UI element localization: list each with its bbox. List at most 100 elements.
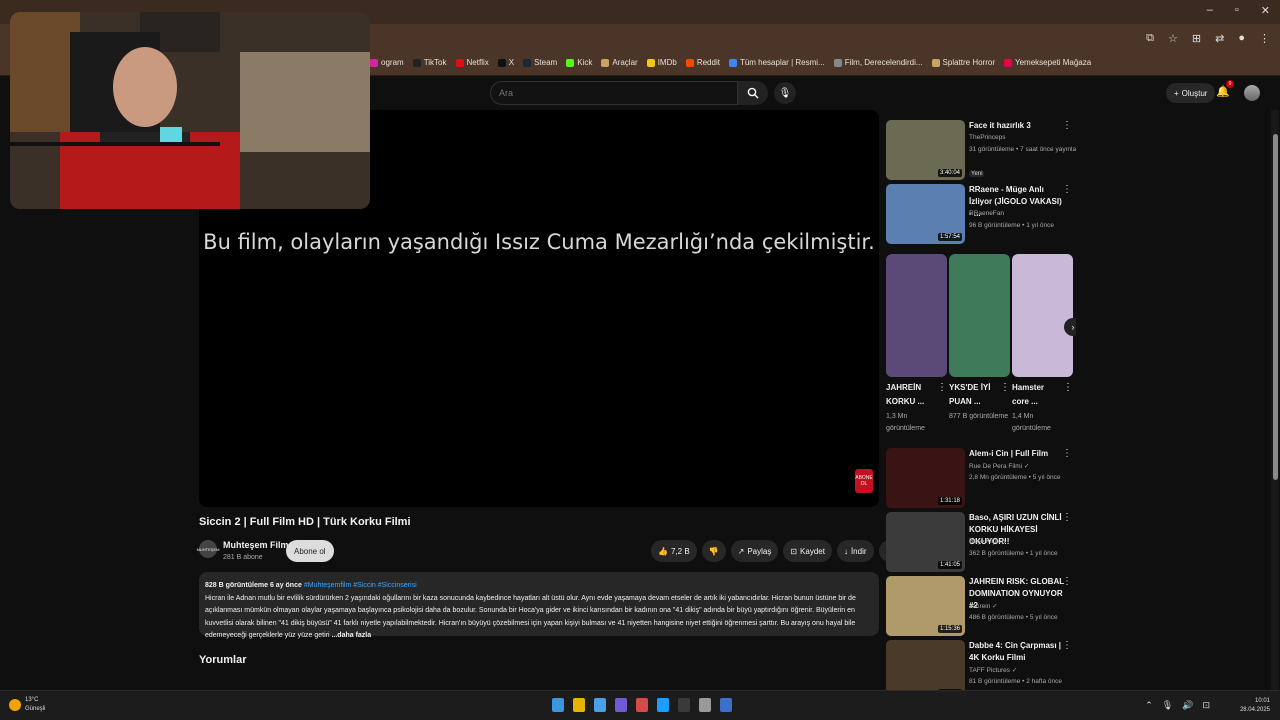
more-options-icon[interactable]: ⋮: [1062, 184, 1072, 195]
voice-search-button[interactable]: 🎙: [774, 82, 796, 104]
bookmark-item[interactable]: Film, Derecelendirdi...: [833, 58, 923, 67]
page-scrollbar[interactable]: [1271, 110, 1279, 690]
taskbar-app-icon[interactable]: [573, 698, 585, 712]
speaker-icon[interactable]: 🔊: [1182, 700, 1193, 711]
avatar[interactable]: [1244, 85, 1260, 101]
search-input[interactable]: [490, 81, 738, 105]
save-button[interactable]: ⊡ Kaydet: [783, 540, 832, 562]
recommended-video-title[interactable]: Dabbe 4: Cin Çarpması | 4K Korku Filmi: [969, 640, 1064, 664]
taskbar-app-icon[interactable]: [657, 698, 669, 712]
menu-icon[interactable]: ⋮: [1259, 32, 1270, 45]
bookmark-item[interactable]: Splattre Horror: [931, 58, 995, 67]
short-item[interactable]: Hamster core ... 1,4 Mn görüntüleme ⋮: [1012, 254, 1073, 435]
weather-widget[interactable]: 13°C Güneşli: [9, 696, 45, 714]
video-thumbnail[interactable]: 1:57:54: [886, 184, 965, 244]
short-title[interactable]: JAHREİN KORKU ...: [886, 381, 934, 409]
short-title[interactable]: Hamster core ...: [1012, 381, 1060, 409]
bookmark-item[interactable]: ogram: [370, 58, 404, 67]
taskbar-app-icon[interactable]: [699, 698, 711, 712]
create-button[interactable]: + Oluştur: [1166, 83, 1216, 103]
cast-icon[interactable]: ⧉: [1146, 32, 1154, 45]
recommended-video-title[interactable]: Alem-i Cin | Full Film: [969, 448, 1064, 460]
translate-icon[interactable]: ⇄: [1215, 32, 1224, 45]
bookmark-item[interactable]: X: [497, 58, 514, 67]
recommended-video-title[interactable]: Face it hazırlık 3: [969, 120, 1064, 132]
more-options-icon[interactable]: ⋮: [937, 382, 947, 393]
video-duration: 1:41:05: [937, 561, 962, 569]
download-button[interactable]: ↓ İndir: [836, 540, 874, 562]
channel-avatar[interactable]: MUHTEŞEM: [197, 540, 219, 558]
download-icon: ↓: [843, 546, 848, 556]
subscribe-button[interactable]: Abone ol: [286, 540, 334, 562]
shorts-next-button[interactable]: ›: [1064, 318, 1076, 336]
description-tags[interactable]: #Muhteşemfilm #Siccin #Siccinserisi: [304, 582, 417, 589]
video-thumbnail[interactable]: 3:40:04: [886, 120, 965, 180]
more-options-icon[interactable]: ⋮: [1062, 576, 1072, 587]
close-icon[interactable]: ✕: [1261, 4, 1270, 17]
recommended-video[interactable]: 2:11:57Dabbe 4: Cin Çarpması | 4K Korku …: [886, 640, 1076, 690]
taskbar-app-icon[interactable]: [636, 698, 648, 712]
bookmark-item[interactable]: Tüm hesaplar | Resmi...: [728, 58, 825, 67]
scroll-thumb[interactable]: [1273, 134, 1278, 480]
video-thumbnail[interactable]: 1:31:18: [886, 448, 965, 508]
extensions-icon[interactable]: ⊞: [1192, 32, 1201, 45]
microphone-icon[interactable]: 🎙: [1162, 700, 1173, 711]
short-thumbnail[interactable]: [1012, 254, 1073, 377]
taskbar-app-icon[interactable]: [678, 698, 690, 712]
bookmark-item[interactable]: Netflix: [455, 58, 489, 67]
like-button[interactable]: 👍 7,2 B: [651, 540, 697, 562]
recommended-video[interactable]: 3:40:04 Face it hazırlık 3 ThePrinceps 31 g…: [886, 120, 1076, 180]
more-options-icon[interactable]: ⋮: [1000, 382, 1010, 393]
profile-icon[interactable]: ●: [1238, 32, 1245, 45]
bookmark-item[interactable]: TikTok: [412, 58, 447, 67]
toolbar-icons: ⧉ ☆ ⊞ ⇄ ● ⋮: [1146, 32, 1270, 45]
share-button[interactable]: ↗ Paylaş: [730, 540, 779, 562]
recommended-video-channel[interactable]: ThePrinceps: [969, 134, 1006, 141]
more-options-icon[interactable]: ⋮: [1062, 448, 1072, 459]
video-thumbnail[interactable]: 1:15:36: [886, 576, 965, 636]
more-options-icon[interactable]: ⋮: [1062, 120, 1072, 131]
recommended-video-meta: 31 görüntüleme • 7 saat önce yayınlandı: [969, 146, 1076, 153]
recommended-video-channel[interactable]: Jahrein ✓: [969, 602, 998, 610]
show-more-link[interactable]: ...daha fazla: [331, 632, 371, 639]
video-thumbnail[interactable]: 1:41:05: [886, 512, 965, 572]
taskbar-app-icon[interactable]: [552, 698, 564, 712]
more-options-icon[interactable]: ⋮: [1062, 512, 1072, 523]
recommended-video-channel[interactable]: Rue De Pera Filmi ✓: [969, 462, 1029, 470]
short-title[interactable]: YKS'DE İYİ PUAN ...: [949, 381, 997, 409]
search-button[interactable]: [738, 81, 768, 105]
short-item[interactable]: YKS'DE İYİ PUAN ... 877 B görüntüleme ⋮: [949, 254, 1010, 423]
bookmark-item[interactable]: IMDb: [646, 58, 677, 67]
taskbar-app-icon[interactable]: [615, 698, 627, 712]
video-description[interactable]: 828 B görüntüleme 6 ay önce #Muhteşemfil…: [199, 572, 879, 639]
recommended-video-channel[interactable]: RRaeneFan: [969, 210, 1004, 217]
bookmark-item[interactable]: Steam: [523, 58, 557, 67]
maximize-icon[interactable]: ▫: [1235, 4, 1239, 17]
recommended-video[interactable]: 1:31:18 Alem-i Cin | Full Film Rue De Pera…: [886, 448, 1076, 508]
chevron-up-icon[interactable]: ⌃: [1145, 700, 1153, 711]
bookmark-item[interactable]: Yemeksepeti Mağaza: [1004, 58, 1091, 67]
bookmark-item[interactable]: Araçlar: [601, 58, 638, 67]
taskbar-app-icon[interactable]: [720, 698, 732, 712]
taskbar-app-icon[interactable]: [594, 698, 606, 712]
recommended-video[interactable]: 1:57:54 RRaene - Müge Anlı İzliyor (JİGOL…: [886, 184, 1076, 244]
dislike-button[interactable]: 👎: [701, 540, 726, 562]
recommended-video[interactable]: 1:15:36 JAHREIN RISK: GLOBAL DOMINATION O…: [886, 576, 1076, 636]
short-thumbnail[interactable]: [949, 254, 1010, 377]
recommended-video-channel[interactable]: TAFF Pictures ✓: [969, 666, 1017, 674]
more-options-icon[interactable]: ⋮: [1062, 640, 1072, 651]
video-thumbnail[interactable]: 2:11:57: [886, 640, 965, 690]
clock[interactable]: 10:01 28.04.2025: [1240, 697, 1270, 715]
minimize-icon[interactable]: –: [1207, 4, 1213, 17]
subscribe-watermark[interactable]: ABONE OL: [855, 469, 873, 493]
recommended-video[interactable]: 1:41:05 Baso, AŞIRI UZUN CİNLİ KORKU HİKA…: [886, 512, 1076, 572]
short-thumbnail[interactable]: [886, 254, 947, 377]
bookmark-item[interactable]: Kick: [566, 58, 592, 67]
bookmark-star-icon[interactable]: ☆: [1168, 32, 1178, 45]
short-item[interactable]: JAHREİN KORKU ... 1,3 Mn görüntüleme ⋮: [886, 254, 947, 435]
network-icon[interactable]: ⊡: [1202, 700, 1210, 711]
channel-name[interactable]: Muhteşem Film: [223, 540, 289, 550]
more-options-icon[interactable]: ⋮: [1063, 382, 1073, 393]
recommended-video-channel[interactable]: Başo Klipleri: [969, 538, 1005, 545]
bookmark-item[interactable]: Reddit: [685, 58, 720, 67]
